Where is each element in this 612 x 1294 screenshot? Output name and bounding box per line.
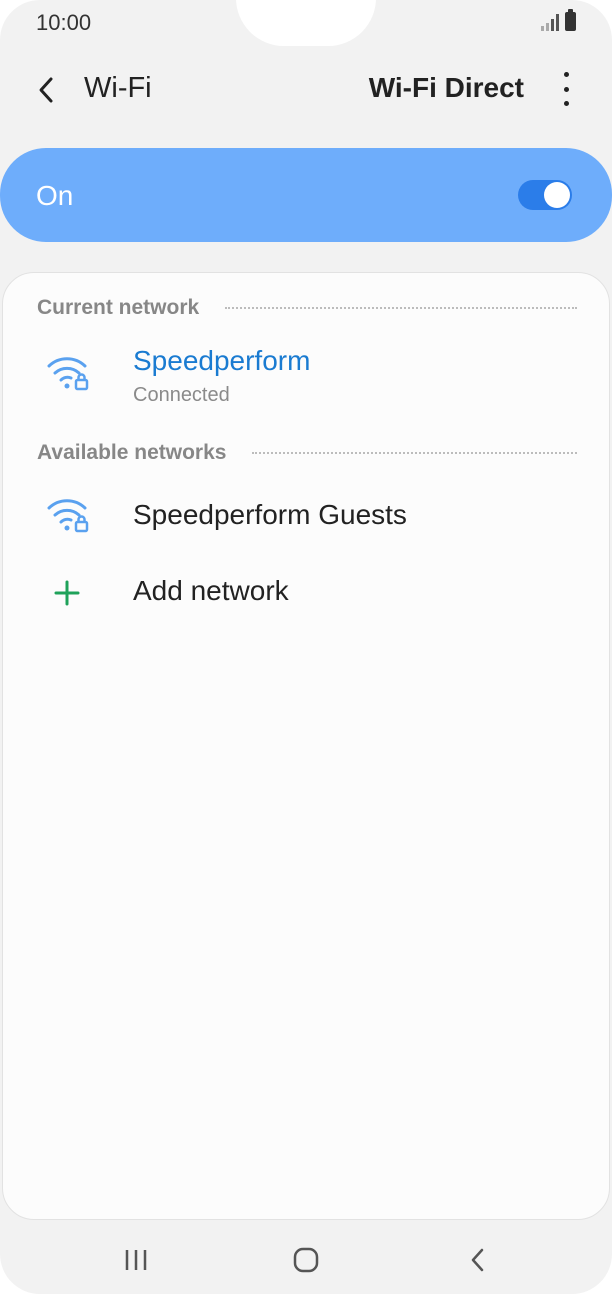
wifi-toggle-bar[interactable]: On bbox=[0, 148, 612, 242]
network-name: Speedperform bbox=[133, 345, 311, 376]
back-arrow-icon[interactable] bbox=[26, 70, 66, 110]
wifi-locked-icon bbox=[47, 357, 89, 391]
available-networks-header: Available networks bbox=[37, 438, 577, 468]
signal-icon bbox=[541, 13, 559, 31]
wifi-locked-icon bbox=[47, 499, 89, 533]
network-status: Connected bbox=[133, 384, 230, 406]
add-network-label: Add network bbox=[133, 575, 289, 606]
app-header: Wi-Fi Wi-Fi Direct bbox=[0, 58, 612, 120]
status-icons bbox=[541, 9, 576, 31]
section-title-current: Current network bbox=[37, 296, 200, 319]
section-divider bbox=[252, 452, 577, 454]
home-icon[interactable] bbox=[286, 1240, 326, 1280]
page-title: Wi-Fi bbox=[84, 72, 152, 104]
navigation-bar bbox=[0, 1222, 612, 1294]
network-item-speedperform-guests[interactable]: Speedperform Guests bbox=[3, 485, 609, 547]
network-item-speedperform[interactable]: Speedperform Connected bbox=[3, 335, 609, 419]
wifi-switch[interactable] bbox=[518, 180, 572, 210]
toggle-label: On bbox=[36, 180, 74, 211]
wifi-direct-button[interactable]: Wi-Fi Direct bbox=[369, 72, 524, 104]
phone-screen: 10:00 Wi-Fi Wi-Fi Direct On Current netw… bbox=[0, 0, 612, 1294]
more-options-icon[interactable] bbox=[554, 72, 578, 106]
recent-apps-icon[interactable] bbox=[116, 1240, 156, 1280]
section-title-available: Available networks bbox=[37, 441, 227, 464]
status-time: 10:00 bbox=[36, 10, 92, 35]
current-network-header: Current network bbox=[37, 293, 577, 323]
section-divider bbox=[225, 307, 577, 309]
switch-knob bbox=[544, 182, 570, 208]
plus-icon bbox=[54, 580, 80, 606]
status-bar: 10:00 bbox=[0, 0, 612, 46]
add-network-button[interactable]: Add network bbox=[3, 563, 609, 623]
networks-card: Current network Speedperform Connected A… bbox=[2, 272, 610, 1220]
back-icon[interactable] bbox=[458, 1240, 498, 1280]
battery-icon bbox=[565, 9, 576, 31]
network-name: Speedperform Guests bbox=[133, 499, 407, 530]
